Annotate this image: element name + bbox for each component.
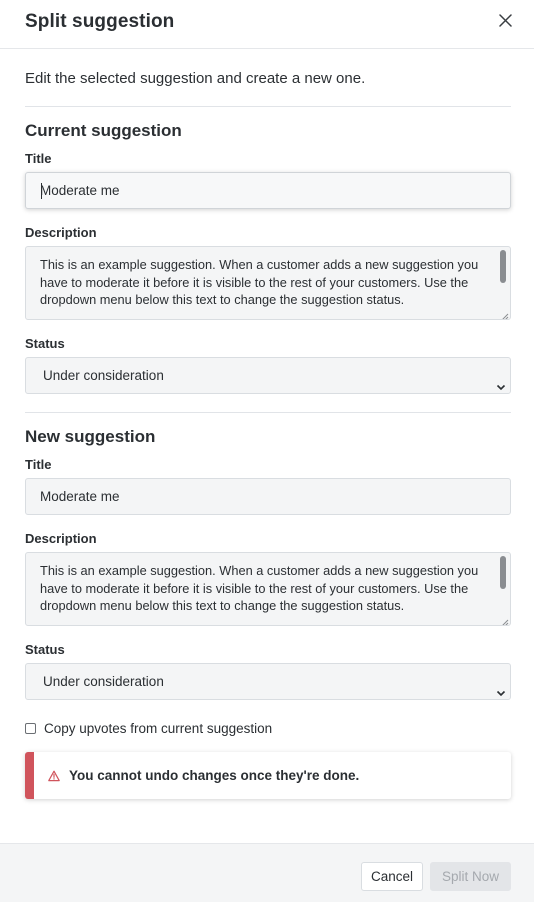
split-suggestion-dialog: Split suggestion Edit the selected sugge…	[0, 0, 534, 902]
new-title-label: Title	[25, 457, 52, 472]
close-button[interactable]	[494, 12, 516, 34]
current-suggestion-section: Current suggestion Title Moderate me Des…	[25, 121, 511, 394]
new-status-select[interactable]: Under consideration	[25, 663, 511, 700]
new-title-input[interactable]: Moderate me	[25, 478, 511, 515]
current-title-label: Title	[25, 151, 52, 166]
dialog-intro: Edit the selected suggestion and create …	[25, 70, 366, 87]
close-icon	[498, 14, 512, 32]
copy-upvotes-label[interactable]: Copy upvotes from current suggestion	[44, 721, 272, 736]
current-suggestion-heading: Current suggestion	[25, 121, 182, 140]
new-suggestion-section: New suggestion Title Moderate me Descrip…	[25, 427, 511, 700]
dialog-title: Split suggestion	[25, 11, 175, 32]
new-description-label: Description	[25, 531, 97, 546]
resize-grip-icon[interactable]	[499, 614, 509, 625]
split-now-button[interactable]: Split Now	[430, 862, 511, 891]
copy-upvotes-checkbox[interactable]	[25, 722, 36, 734]
dialog-header: Split suggestion	[0, 0, 534, 49]
current-title-input[interactable]: Moderate me	[25, 172, 511, 209]
dialog-body: Edit the selected suggestion and create …	[25, 49, 511, 799]
chevron-down-icon	[496, 370, 506, 391]
resize-grip-icon[interactable]	[499, 308, 509, 319]
text-caret	[41, 183, 42, 199]
new-suggestion-heading: New suggestion	[25, 427, 156, 446]
new-status-value: Under consideration	[43, 674, 164, 689]
cancel-button[interactable]: Cancel	[361, 862, 423, 891]
chevron-down-icon	[496, 676, 506, 697]
current-description-label: Description	[25, 225, 97, 240]
warning-alert: You cannot undo changes once they're don…	[25, 752, 511, 799]
current-title-value: Moderate me	[40, 183, 120, 198]
current-description-textarea[interactable]: This is an example suggestion. When a cu…	[25, 246, 511, 320]
warning-text: You cannot undo changes once they're don…	[69, 768, 360, 783]
scrollbar-thumb[interactable]	[500, 250, 506, 283]
warning-triangle-icon	[48, 770, 60, 782]
current-description-value: This is an example suggestion. When a cu…	[40, 257, 479, 307]
current-status-select[interactable]: Under consideration	[25, 357, 511, 394]
dialog-footer: Cancel Split Now	[0, 843, 534, 902]
new-status-label: Status	[25, 642, 65, 657]
new-description-textarea[interactable]: This is an example suggestion. When a cu…	[25, 552, 511, 626]
scrollbar-thumb[interactable]	[500, 556, 506, 589]
current-status-label: Status	[25, 336, 65, 351]
current-description-scrollbar[interactable]	[498, 249, 508, 317]
new-description-value: This is an example suggestion. When a cu…	[40, 563, 479, 613]
divider	[25, 412, 511, 413]
copy-upvotes-row[interactable]: Copy upvotes from current suggestion	[25, 719, 511, 737]
current-status-value: Under consideration	[43, 368, 164, 383]
new-description-scrollbar[interactable]	[498, 555, 508, 623]
divider	[25, 106, 511, 107]
new-title-value: Moderate me	[40, 489, 120, 504]
